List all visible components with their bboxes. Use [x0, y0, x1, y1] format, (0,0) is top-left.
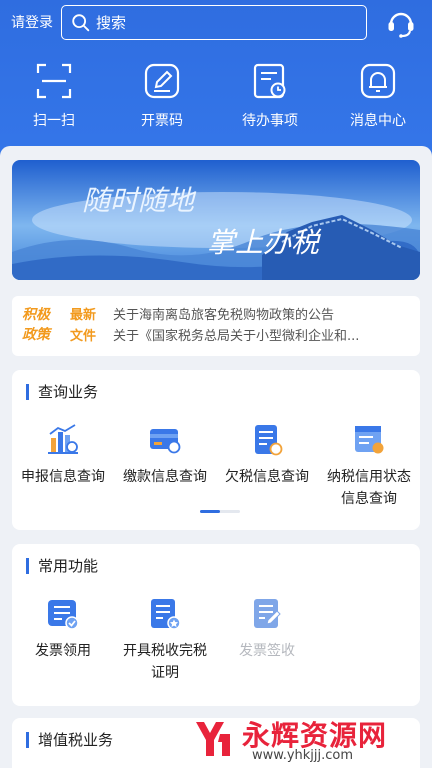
invoice-receive-icon — [48, 600, 79, 630]
banner[interactable]: 随时随地 掌上办税 — [12, 160, 420, 280]
quick-messages-label: 消息中心 — [350, 113, 406, 129]
quick-actions: 扫一扫 开票码 待办事项 消息中心 — [0, 62, 432, 130]
latest-tag-line1: 最新 — [70, 308, 97, 323]
tax-certificate-icon — [151, 599, 181, 630]
bell-icon — [360, 63, 396, 99]
query-payment[interactable]: 缴款信息查询 — [114, 422, 216, 510]
section-title: 增值税业务 — [26, 732, 113, 748]
banner-line1: 随时随地 — [82, 184, 197, 217]
common-invoice-receive-label: 发票领用 — [35, 643, 91, 659]
query-credit-label: 纳税信用状态信息查询 — [327, 469, 411, 507]
query-declare[interactable]: 申报信息查询 — [12, 422, 114, 510]
query-declare-label: 申报信息查询 — [21, 469, 105, 485]
query-payment-label: 缴款信息查询 — [123, 469, 207, 485]
common-invoice-sign[interactable]: 发票签收 — [216, 596, 318, 684]
arrears-doc-icon — [255, 425, 283, 456]
quick-todo-label: 待办事项 — [242, 113, 298, 129]
banner-line2: 掌上办税 — [207, 226, 322, 259]
policy-tag: 积极 政策 — [22, 305, 60, 345]
common-invoice-sign-label: 发票签收 — [239, 643, 295, 659]
common-invoice-receive[interactable]: 发票领用 — [12, 596, 114, 684]
customer-service-icon[interactable] — [385, 7, 417, 39]
quick-invoice-code-label: 开票码 — [141, 113, 183, 129]
news-item[interactable]: 关于海南离岛旅客免税购物政策的公告 — [113, 305, 403, 326]
latest-tag: 最新 文件 — [70, 305, 106, 347]
invoice-sign-icon — [254, 599, 281, 628]
quick-invoice-code[interactable]: 开票码 — [108, 62, 216, 130]
quick-messages[interactable]: 消息中心 — [324, 62, 432, 130]
query-arrears-label: 欠税信息查询 — [225, 469, 309, 485]
login-link[interactable]: 请登录 — [11, 12, 53, 32]
query-credit[interactable]: 纳税信用状态信息查询 — [318, 422, 420, 510]
declare-chart-icon — [48, 424, 78, 454]
scan-icon — [36, 63, 72, 99]
page-indicator — [200, 510, 240, 513]
watermark: 永辉资源网 www.yhkjjj.com — [190, 712, 425, 766]
section-title: 查询业务 — [26, 384, 98, 400]
payment-card-icon — [150, 429, 181, 454]
credit-doc-icon — [355, 426, 384, 454]
search-placeholder: 搜索 — [96, 14, 127, 32]
policy-tag-line1: 积极 — [22, 307, 50, 323]
common-tax-certificate[interactable]: 开具税收完税证明 — [114, 596, 216, 684]
common-functions-card: 常用功能 发票领用 开具税收完税证明 发票签收 — [12, 544, 420, 706]
latest-tag-line2: 文件 — [70, 329, 97, 344]
policy-tag-line2: 政策 — [22, 327, 50, 343]
news-item[interactable]: 关于《国家税务总局关于小型微利企业和... — [113, 326, 403, 347]
quick-scan-label: 扫一扫 — [33, 113, 75, 129]
common-tax-certificate-label: 开具税收完税证明 — [123, 643, 207, 681]
invoice-code-icon — [144, 63, 180, 99]
search-input[interactable]: 搜索 — [61, 5, 367, 40]
quick-todo[interactable]: 待办事项 — [216, 62, 324, 130]
page-indicator-active — [200, 510, 220, 513]
section-title: 常用功能 — [26, 558, 98, 574]
quick-scan[interactable]: 扫一扫 — [0, 62, 108, 130]
great-wall-banner-image: 随时随地 掌上办税 — [12, 160, 420, 280]
news-ticker[interactable]: 积极 政策 最新 文件 关于海南离岛旅客免税购物政策的公告 关于《国家税务总局关… — [12, 296, 420, 356]
watermark-url: www.yhkjjj.com — [252, 748, 354, 763]
watermark-logo — [196, 722, 230, 756]
search-icon — [72, 13, 90, 31]
query-services-card: 查询业务 申报信息查询 缴款信息查询 欠税信息查询 纳税信用状态信息查询 — [12, 370, 420, 530]
todo-icon — [253, 63, 286, 99]
query-arrears[interactable]: 欠税信息查询 — [216, 422, 318, 510]
